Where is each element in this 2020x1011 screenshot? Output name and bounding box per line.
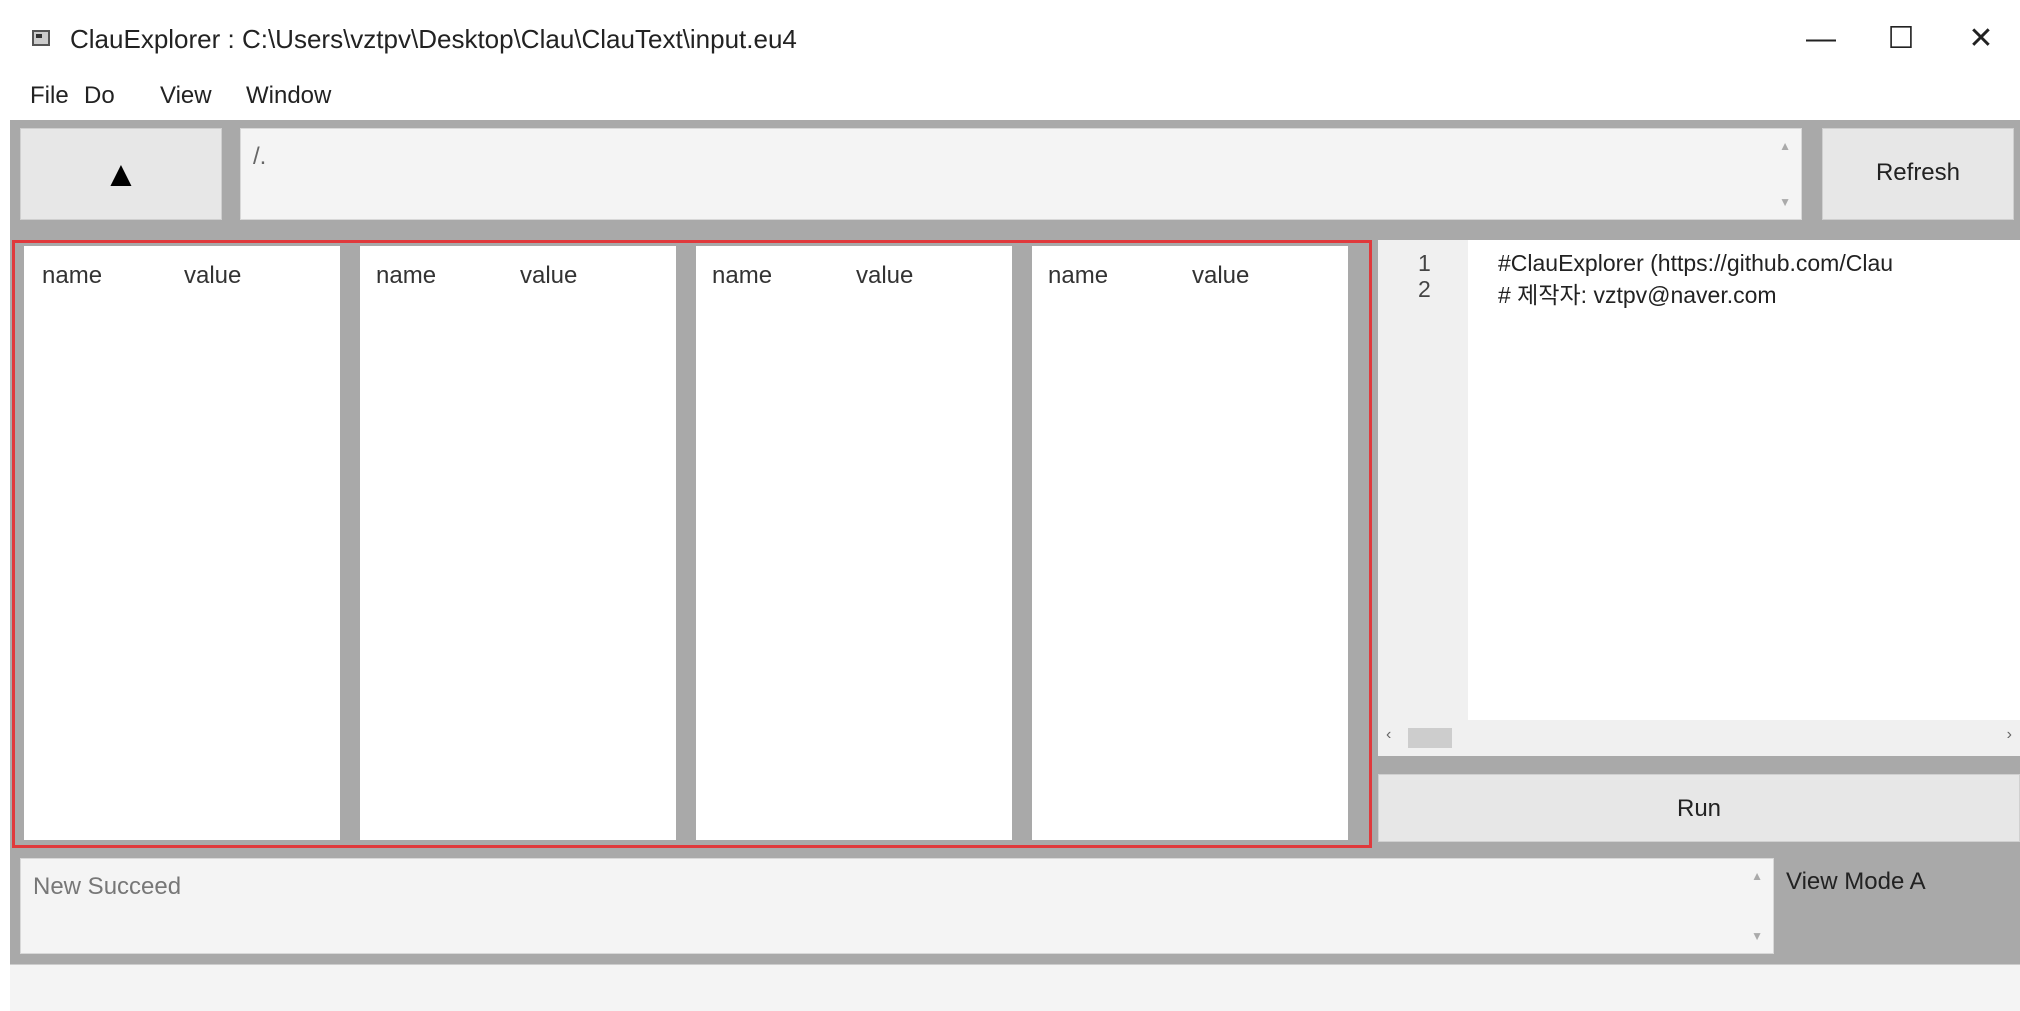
scroll-up-icon[interactable]: ▲ — [1779, 139, 1791, 153]
log-output[interactable]: New Succeed ▲ ▼ — [20, 858, 1774, 954]
scroll-thumb[interactable] — [1408, 728, 1452, 748]
up-button[interactable]: ▲ — [20, 128, 222, 220]
scroll-down-icon[interactable]: ▼ — [1751, 929, 1763, 943]
run-button[interactable]: Run — [1378, 774, 2020, 842]
close-button[interactable]: ✕ — [1946, 14, 2016, 64]
panels-highlight-frame — [12, 240, 1372, 848]
refresh-button[interactable]: Refresh — [1822, 128, 2014, 220]
app-icon — [32, 30, 50, 46]
menu-file[interactable]: File — [30, 82, 69, 110]
scroll-right-icon[interactable]: › — [2007, 726, 2012, 744]
menu-window[interactable]: Window — [246, 82, 331, 110]
horizontal-scrollbar[interactable]: ‹ › — [1378, 720, 2020, 756]
minimize-button[interactable]: — — [1786, 14, 1856, 64]
menu-do[interactable]: Do — [84, 82, 115, 110]
scroll-up-icon[interactable]: ▲ — [1751, 869, 1763, 883]
code-line[interactable]: #ClauExplorer (https://github.com/Clau — [1498, 250, 1893, 277]
scroll-left-icon[interactable]: ‹ — [1386, 726, 1391, 744]
log-text: New Succeed — [33, 873, 182, 900]
run-label: Run — [1676, 795, 1722, 822]
refresh-label: Refresh — [1875, 159, 1961, 186]
view-mode-label: View Mode A — [1786, 868, 1926, 895]
scroll-down-icon[interactable]: ▼ — [1779, 195, 1791, 209]
window-title: ClauExplorer : C:\Users\vztpv\Desktop\Cl… — [70, 24, 797, 54]
menu-view[interactable]: View — [160, 82, 212, 110]
path-value: /. — [253, 143, 267, 170]
maximize-button[interactable]: ☐ — [1866, 14, 1936, 64]
status-bar — [10, 964, 2020, 1011]
code-editor[interactable]: 1 #ClauExplorer (https://github.com/Clau… — [1378, 240, 2020, 756]
code-line[interactable]: # 제작자: vztpv@naver.com — [1498, 276, 1777, 310]
title-bar: ClauExplorer : C:\Users\vztpv\Desktop\Cl… — [0, 0, 2020, 78]
line-number: 1 — [1418, 250, 1431, 276]
line-number: 2 — [1418, 276, 1431, 302]
line-number-gutter — [1378, 240, 1468, 720]
menu-bar: File Do View Window — [0, 78, 2020, 118]
up-arrow-icon: ▲ — [103, 153, 139, 194]
path-input[interactable]: /. ▲ ▼ — [240, 128, 1802, 220]
